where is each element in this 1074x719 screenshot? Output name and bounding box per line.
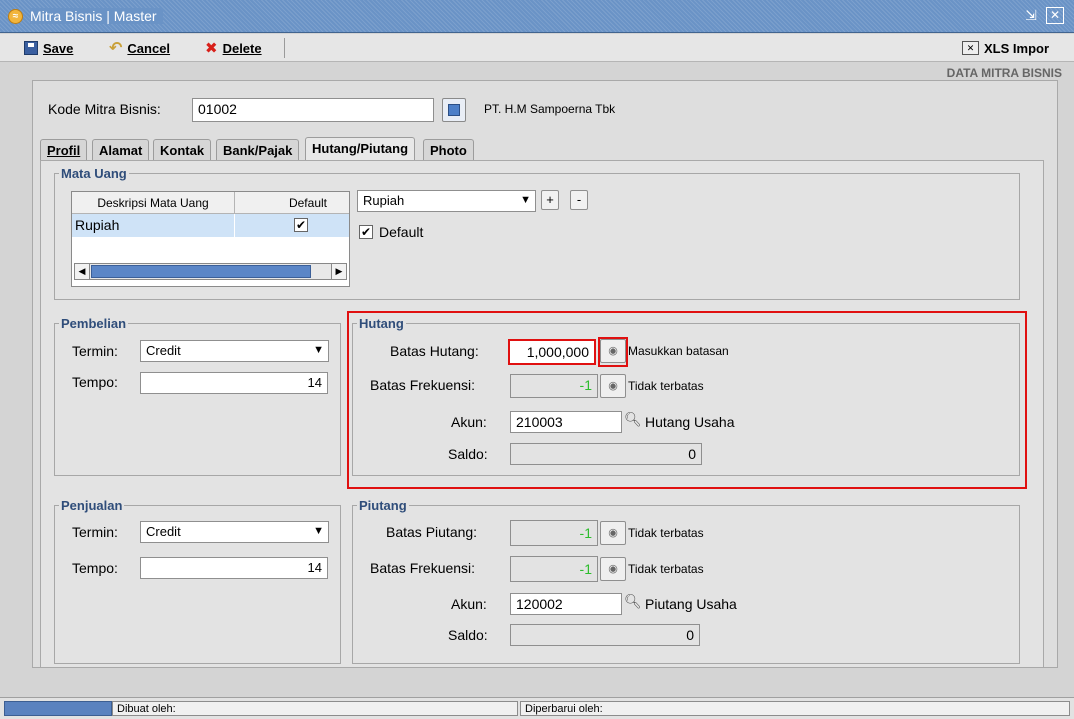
penjualan-tempo-input[interactable]: 14 [140, 557, 328, 579]
eye-icon: ◉ [608, 563, 618, 575]
toolbar: Save ↶ Cancel ✖ Delete ✕ XLS Impor [0, 34, 1074, 62]
batas-hutang-label: Batas Hutang: [390, 343, 479, 359]
hutang-frek-input[interactable]: -1 [510, 374, 598, 398]
tab-hutang-piutang[interactable]: Hutang/Piutang [305, 137, 416, 161]
piutang-akun-input[interactable]: 120002 [510, 593, 622, 615]
section-title: DATA MITRA BISNIS [946, 66, 1062, 80]
piutang-legend: Piutang [359, 498, 407, 513]
search-icon[interactable]: 🔍︎ [624, 593, 642, 610]
default-checkbox[interactable]: ✔ [359, 225, 373, 239]
kode-input[interactable]: 01002 [192, 98, 434, 122]
currency-select[interactable]: Rupiah ▼ [357, 190, 536, 212]
batas-piutang-label: Batas Piutang: [386, 524, 478, 540]
diperbarui-oleh: Diperbarui oleh: [520, 701, 1070, 716]
cancel-label: Cancel [127, 40, 171, 56]
cancel-button[interactable]: ↶ Cancel [105, 38, 174, 58]
piutang-frek-input[interactable]: -1 [510, 556, 598, 582]
dropdown-arrow-icon: ▼ [520, 194, 531, 206]
delete-label: Delete [222, 40, 262, 56]
save-label: Save [43, 40, 74, 56]
hutang-frek-label: Batas Frekuensi: [370, 377, 476, 393]
tab-profil[interactable]: Profil [40, 139, 88, 160]
piutang-saldo-field: 0 [510, 624, 700, 646]
delete-button[interactable]: ✖ Delete [201, 38, 266, 58]
spreadsheet-icon: ✕ [962, 41, 979, 55]
scroll-right-icon[interactable]: ▶ [331, 264, 346, 279]
penjualan-tempo-label: Tempo: [72, 560, 118, 576]
penjualan-termin-label: Termin: [72, 524, 118, 540]
piutang-akun-name: Piutang Usaha [645, 596, 737, 612]
company-name: PT. H.M Sampoerna Tbk [484, 102, 616, 116]
tab-kontak[interactable]: Kontak [153, 139, 212, 160]
add-currency-button[interactable]: + [541, 190, 559, 210]
scroll-thumb[interactable] [91, 265, 311, 278]
dropdown-arrow-icon: ▼ [313, 344, 324, 356]
floppy-icon [24, 41, 38, 55]
cell-deskripsi: Rupiah [75, 217, 120, 233]
pembelian-termin-select[interactable]: Credit ▼ [140, 340, 329, 362]
save-button[interactable]: Save [20, 38, 77, 58]
app-icon: ≈ [8, 9, 23, 24]
penjualan-termin-select[interactable]: Credit ▼ [140, 521, 329, 543]
restore-icon[interactable]: ⇲ [1022, 7, 1040, 24]
mata-uang-legend: Mata Uang [61, 166, 127, 181]
batas-hutang-input[interactable]: 1,000,000 [508, 339, 596, 365]
delete-x-icon: ✖ [205, 40, 218, 57]
hutang-saldo-label: Saldo: [448, 446, 488, 462]
scroll-left-icon[interactable]: ◀ [75, 264, 90, 279]
hutang-saldo-field: 0 [510, 443, 702, 465]
table-row[interactable]: Rupiah ✔ [72, 214, 349, 237]
hutang-frek-eye-button[interactable]: ◉ [600, 374, 626, 398]
card-icon [448, 104, 460, 116]
hutang-akun-label: Akun: [451, 414, 487, 430]
title-bar: ≈ Mitra Bisnis | Master ⇲ ✕ [0, 0, 1074, 33]
eye-icon: ◉ [608, 527, 618, 539]
dropdown-arrow-icon: ▼ [313, 525, 324, 537]
penjualan-legend: Penjualan [61, 498, 123, 513]
close-icon[interactable]: ✕ [1046, 7, 1064, 24]
window-title: Mitra Bisnis | Master [30, 8, 163, 24]
undo-arrow-icon: ↶ [109, 40, 123, 57]
piutang-akun-label: Akun: [451, 596, 487, 612]
eye-icon: ◉ [608, 345, 618, 357]
search-icon[interactable]: 🔍︎ [624, 411, 642, 428]
tab-photo[interactable]: Photo [423, 139, 474, 160]
pembelian-legend: Pembelian [61, 316, 127, 331]
dibuat-oleh: Dibuat oleh: [112, 701, 518, 716]
piutang-frek-label: Batas Frekuensi: [370, 560, 476, 576]
column-header-deskripsi[interactable]: Deskripsi Mata Uang [72, 192, 235, 214]
hutang-akun-input[interactable]: 210003 [510, 411, 622, 433]
tab-bank-pajak[interactable]: Bank/Pajak [216, 139, 300, 160]
xls-import-label: XLS Impor [984, 40, 1050, 56]
pembelian-tempo-label: Tempo: [72, 374, 118, 390]
horizontal-scrollbar[interactable]: ◀ ▶ [74, 263, 347, 280]
hutang-akun-name: Hutang Usaha [645, 414, 735, 430]
pembelian-tempo-input[interactable]: 14 [140, 372, 328, 394]
batas-hutang-note: Masukkan batasan [628, 344, 729, 358]
lookup-card-button[interactable] [442, 98, 466, 122]
tab-alamat[interactable]: Alamat [92, 139, 150, 160]
kode-label: Kode Mitra Bisnis: [48, 101, 161, 117]
column-header-default[interactable]: Default [235, 192, 349, 214]
remove-currency-button[interactable]: - [570, 190, 588, 210]
batas-piutang-note: Tidak terbatas [628, 526, 704, 540]
batas-piutang-input[interactable]: -1 [510, 520, 598, 546]
currency-table: Deskripsi Mata Uang Default Rupiah ✔ ◀ ▶ [71, 191, 350, 287]
xls-import-button[interactable]: ✕ XLS Impor [958, 38, 1053, 58]
progress-indicator [4, 701, 112, 716]
status-bar: Dibuat oleh: Diperbarui oleh: [0, 697, 1074, 719]
eye-icon: ◉ [608, 380, 618, 392]
pembelian-termin-label: Termin: [72, 343, 118, 359]
piutang-saldo-label: Saldo: [448, 627, 488, 643]
piutang-frek-eye-button[interactable]: ◉ [600, 557, 626, 581]
piutang-frek-note: Tidak terbatas [628, 562, 704, 576]
row-default-checkbox[interactable]: ✔ [294, 218, 308, 232]
toolbar-separator [284, 38, 285, 58]
hutang-frek-note: Tidak terbatas [628, 379, 704, 393]
default-checkbox-label: Default [379, 224, 424, 240]
batas-piutang-eye-button[interactable]: ◉ [600, 521, 626, 545]
cell-divider [234, 214, 235, 237]
batas-hutang-eye-button[interactable]: ◉ [600, 339, 626, 363]
